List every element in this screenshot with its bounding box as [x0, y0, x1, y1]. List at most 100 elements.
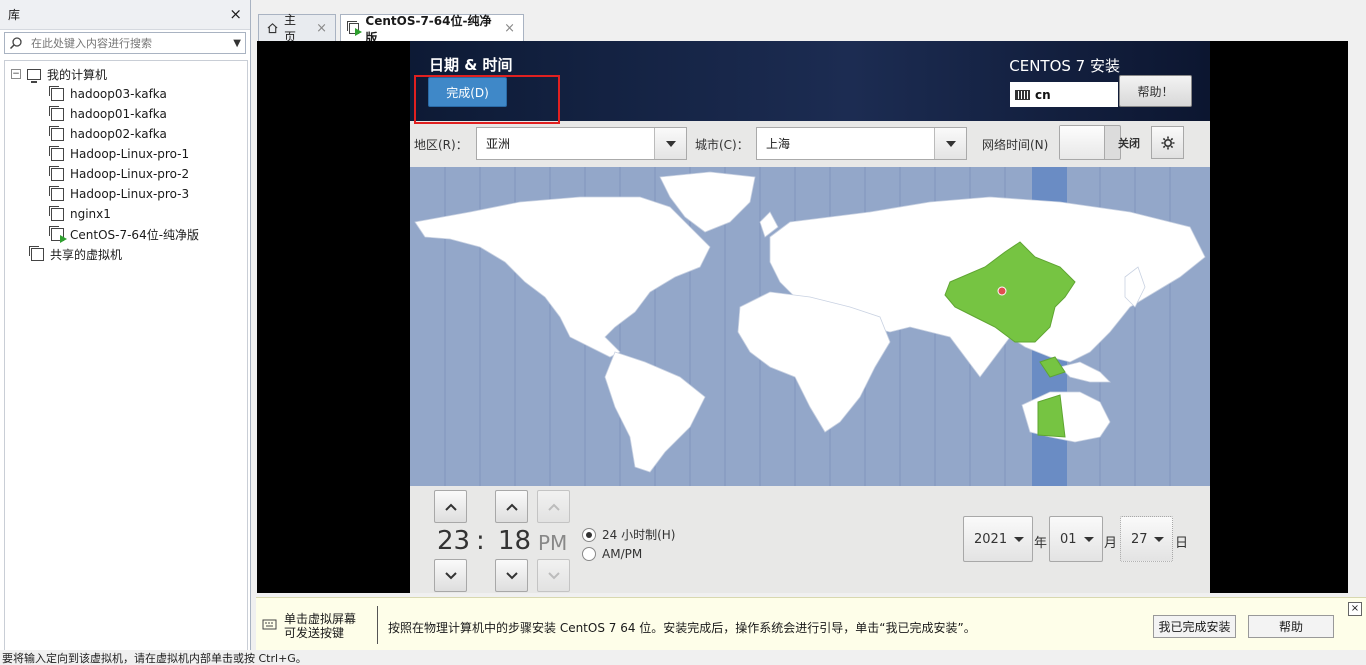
- close-icon[interactable]: ×: [1348, 602, 1362, 616]
- region-label: 地区(R)：: [414, 138, 468, 152]
- hour-down-button[interactable]: [434, 559, 467, 592]
- city-value: 上海: [766, 137, 791, 151]
- minute-up-button[interactable]: [495, 490, 528, 523]
- tree-item-label: Hadoop-Linux-pro-1: [70, 147, 190, 161]
- computer-icon: [27, 68, 41, 83]
- tab-home[interactable]: 主页 ×: [258, 13, 336, 44]
- help-button[interactable]: 帮助！: [1119, 75, 1192, 107]
- library-close-icon[interactable]: ×: [229, 5, 242, 23]
- tree-item-label: hadoop03-kafka: [70, 87, 167, 101]
- radio-ampm[interactable]: [582, 547, 596, 561]
- tree-item-vm[interactable]: hadoop01-kafka: [5, 104, 247, 124]
- install-complete-button[interactable]: 我已完成安装: [1153, 615, 1236, 638]
- search-input[interactable]: [31, 36, 234, 50]
- ntp-toggle[interactable]: 关闭: [1059, 125, 1140, 160]
- keyboard-indicator[interactable]: cn: [1010, 82, 1118, 107]
- month-label: 月: [1104, 536, 1118, 551]
- minute-down-button[interactable]: [495, 559, 528, 592]
- hint-line-1: 单击虚拟屏幕: [284, 612, 357, 626]
- tree-item-label: hadoop02-kafka: [70, 127, 167, 141]
- continents: [414, 171, 1206, 473]
- radio-24h[interactable]: [582, 527, 596, 542]
- city-marker-icon: [997, 286, 1007, 296]
- year-value: 2021: [974, 531, 1008, 547]
- month-value: 01: [1060, 531, 1077, 547]
- keyboard-icon: [262, 619, 277, 630]
- chevron-down-icon[interactable]: [654, 128, 686, 159]
- hint-help-button[interactable]: 帮助: [1248, 615, 1334, 638]
- vm-icon: [49, 205, 64, 221]
- hint-click-instruction: 单击虚拟屏幕 可发送按键: [284, 612, 356, 640]
- hint-bar: 单击虚拟屏幕 可发送按键 按照在物理计算机中的步骤安装 CentOS 7 64 …: [256, 597, 1366, 650]
- year-select[interactable]: 2021: [963, 516, 1033, 562]
- tree-item-vm[interactable]: nginx1: [5, 204, 247, 224]
- vm-running-icon: [49, 225, 67, 243]
- tree-item-label: Hadoop-Linux-pro-2: [70, 167, 190, 181]
- day-value: 27: [1131, 531, 1148, 547]
- search-dropdown-icon[interactable]: ▼: [233, 38, 241, 49]
- tab-close-icon[interactable]: ×: [316, 21, 327, 36]
- region-value: 亚洲: [486, 137, 511, 151]
- vm-icon: [49, 145, 64, 161]
- home-icon: [267, 23, 278, 34]
- tree-item-vm[interactable]: hadoop03-kafka: [5, 84, 247, 104]
- vm-icon: [49, 85, 64, 101]
- hour-up-button[interactable]: [434, 490, 467, 523]
- tree-item-vm[interactable]: Hadoop-Linux-pro-2: [5, 164, 247, 184]
- year-label: 年: [1034, 536, 1048, 551]
- tree-item-vm[interactable]: Hadoop-Linux-pro-1: [5, 144, 247, 164]
- tree-item-label: 共享的虚拟机: [50, 247, 123, 262]
- city-select[interactable]: 上海: [756, 127, 967, 160]
- ampm-down-button[interactable]: [537, 559, 570, 592]
- vm-running-icon: [346, 21, 363, 36]
- vm-screen[interactable]: 日期 & 时间 完成(D) CENTOS 7 安装 cn 帮助！ 地区(R)： …: [257, 41, 1348, 593]
- library-panel: 库 × ▼ − 我的计算机 hadoop03-kafka hadoop01-kaf…: [0, 0, 251, 650]
- tree-item-label: 我的计算机: [47, 67, 108, 82]
- vm-icon: [49, 105, 64, 121]
- vm-tree: − 我的计算机 hadoop03-kafka hadoop01-kafka hado…: [4, 60, 248, 650]
- day-select[interactable]: 27: [1120, 516, 1173, 562]
- keyboard-icon: [1015, 89, 1030, 100]
- tree-item-shared-vms[interactable]: 共享的虚拟机: [5, 244, 247, 264]
- tree-item-vm[interactable]: hadoop02-kafka: [5, 124, 247, 144]
- toggle-knob: [1060, 126, 1105, 159]
- tree-item-vm[interactable]: Hadoop-Linux-pro-3: [5, 184, 247, 204]
- ntp-label: 网络时间(N): [982, 138, 1049, 152]
- shared-vm-icon: [29, 245, 44, 261]
- keyboard-layout: cn: [1035, 87, 1051, 102]
- format-24h-label: 24 小时制(H): [602, 528, 676, 542]
- tree-item-label: hadoop01-kafka: [70, 107, 167, 121]
- format-24h-option[interactable]: 24 小时制(H): [582, 526, 675, 543]
- tree-item-label: Hadoop-Linux-pro-3: [70, 187, 190, 201]
- ntp-settings-button[interactable]: [1151, 126, 1184, 159]
- ampm-value: PM: [538, 531, 568, 555]
- chevron-down-icon[interactable]: [934, 128, 966, 159]
- chevron-up-icon: [547, 503, 560, 511]
- tab-bar: 主页 × CentOS-7-64位-纯净版 ×: [256, 8, 1366, 45]
- ntp-state: 关闭: [1118, 136, 1140, 150]
- vm-icon: [49, 185, 64, 201]
- tree-item-label: CentOS-7-64位-纯净版: [70, 227, 200, 242]
- chevron-up-icon: [505, 503, 518, 511]
- region-select[interactable]: 亚洲: [476, 127, 687, 160]
- tree-item-vm[interactable]: CentOS-7-64位-纯净版: [5, 224, 247, 244]
- tree-item-my-computer[interactable]: − 我的计算机: [5, 64, 247, 84]
- format-ampm-label: AM/PM: [602, 547, 643, 561]
- month-select[interactable]: 01: [1049, 516, 1103, 562]
- ampm-up-button[interactable]: [537, 490, 570, 523]
- library-search[interactable]: ▼: [4, 32, 246, 54]
- hour-value: 23: [437, 526, 471, 556]
- minute-value: 18: [498, 526, 532, 556]
- tab-close-icon[interactable]: ×: [504, 21, 515, 36]
- format-ampm-option[interactable]: AM/PM: [582, 547, 642, 561]
- collapse-icon[interactable]: −: [11, 69, 21, 79]
- tab-centos-vm[interactable]: CentOS-7-64位-纯净版 ×: [340, 14, 524, 45]
- tab-label: 主页: [284, 13, 297, 44]
- vertical-scrollbar[interactable]: [1348, 41, 1366, 593]
- timezone-map[interactable]: [410, 167, 1210, 486]
- installer-header: 日期 & 时间 完成(D) CENTOS 7 安装 cn 帮助！: [410, 41, 1210, 124]
- selected-region-australia: [1037, 394, 1066, 438]
- status-bar: 要将输入定向到该虚拟机，请在虚拟机内部单击或按 Ctrl+G。: [2, 652, 307, 665]
- vm-icon: [49, 125, 64, 141]
- library-header: 库 ×: [0, 0, 250, 30]
